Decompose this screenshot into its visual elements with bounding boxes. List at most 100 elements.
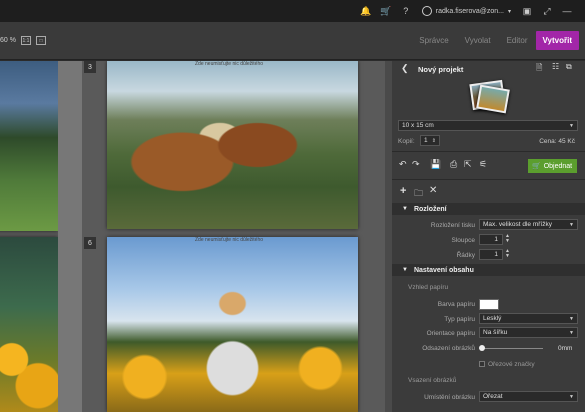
undo-icon[interactable]: ↶ [399, 159, 407, 170]
columns-label: Sloupce [451, 237, 476, 244]
fit-screen-icon[interactable]: □ [35, 36, 46, 45]
save-icon[interactable]: 💾 [430, 159, 441, 170]
format-select[interactable]: 10 x 15 cm ▼ [398, 120, 578, 131]
copy-doc-icon[interactable]: ⧉ [566, 62, 572, 72]
photo-woman-sunflowers[interactable] [107, 237, 358, 412]
close-icon[interactable]: ✕ [429, 185, 437, 196]
print-icon[interactable]: ⎙ [450, 159, 457, 170]
safe-zone-warning-top: Zde neumisťujte nic důležitého [195, 61, 264, 67]
columns-spinner-icon[interactable]: ▲ ▼ [505, 234, 510, 244]
spacing-slider-track[interactable] [481, 348, 543, 349]
mode-toolbar: 60 % 1:1 □ Správce Vyvolat Editor Vytvoř… [0, 22, 585, 60]
export-icon[interactable]: ⚟ [479, 159, 487, 170]
project-thumbnail-2 [476, 84, 510, 114]
copies-value: 1 [424, 137, 428, 144]
add-folder-icon[interactable]: 🗀 [414, 186, 423, 202]
insert-images-heading: Vsazení obrázků [408, 377, 457, 384]
minimize-icon[interactable]: — [561, 5, 573, 17]
tab-vytvorit[interactable]: Vytvořit [535, 31, 579, 50]
tab-vyvolat[interactable]: Vyvolat [457, 32, 499, 49]
safe-zone-warning-bottom: Zde neumisťujte nic důležitého [195, 237, 264, 243]
columns-value: 1 [494, 236, 498, 243]
bell-icon[interactable]: 🔔 [360, 5, 372, 17]
spinner-icon: ⇕ [431, 137, 436, 144]
orientation-value: Na šířku [483, 329, 508, 336]
fullscreen-icon[interactable]: ⤢ [541, 5, 553, 17]
page-number-3: 3 [84, 61, 96, 73]
chevron-down-icon: ▼ [569, 329, 574, 336]
chevron-down-icon: ▼ [569, 221, 574, 228]
paper-type-label: Typ papíru [444, 316, 475, 323]
top-bar: 🔔 🛒 ? radka.fiserova@zon... ▾ ▣ ⤢ — [0, 0, 585, 22]
paper-look-heading: Vzhled papíru [408, 284, 449, 291]
paper-type-select[interactable]: Lesklý ▼ [479, 313, 578, 324]
print-layout-select[interactable]: Max. velikost dle mřížky ▼ [479, 219, 578, 230]
back-arrow-icon[interactable]: ❮ [401, 63, 409, 74]
order-button[interactable]: 🛒 Objednat [528, 159, 577, 173]
order-label: Objednat [543, 162, 573, 170]
monitor-icon[interactable]: ▣ [521, 5, 533, 17]
format-value: 10 x 15 cm [402, 122, 434, 129]
cut-marks-label: Ořezové značky [488, 361, 535, 368]
paper-type-value: Lesklý [483, 315, 502, 322]
columns-input[interactable]: 1 [479, 234, 503, 245]
page-gap [58, 61, 82, 412]
project-title: Nový projekt [418, 65, 464, 74]
rows-input[interactable]: 1 [479, 249, 503, 260]
orientation-select[interactable]: Na šířku ▼ [479, 327, 578, 338]
cart-icon[interactable]: 🛒 [380, 5, 392, 17]
user-menu[interactable]: radka.fiserova@zon... ▾ [421, 6, 511, 16]
zoom-control: 60 % 1:1 □ [0, 36, 46, 45]
share-icon[interactable]: ⇱ [464, 159, 472, 170]
add-icon[interactable]: + [400, 185, 406, 197]
placement-value: Ořezat [483, 393, 503, 400]
paper-color-swatch[interactable] [479, 299, 499, 310]
print-canvas[interactable]: 3 Zde neumisťujte nic důležitého 6 Zde n… [0, 61, 392, 412]
chevron-down-icon: ▾ [507, 8, 511, 15]
mode-tabs: Správce Vyvolat Editor Vytvořit [411, 31, 579, 50]
orientation-label: Orientace papíru [426, 330, 475, 337]
redo-icon[interactable]: ↷ [412, 159, 420, 170]
canvas-scrollbar[interactable] [385, 61, 392, 412]
spacing-value: 0mm [558, 345, 573, 352]
section-layout-title: Rozložení [413, 205, 447, 213]
section-content-header[interactable]: ▼ Nastavení obsahu [392, 264, 585, 276]
cut-marks-checkbox[interactable] [479, 361, 485, 367]
placement-select[interactable]: Ořezat ▼ [479, 391, 578, 402]
photo-sunflowers-bubbles[interactable] [0, 237, 58, 412]
paper-color-label: Barva papíru [437, 301, 475, 308]
photo-horses[interactable] [107, 61, 358, 229]
section-layout-header[interactable]: ▼ Rozložení [392, 203, 585, 215]
settings-doc-icon[interactable]: ☷ [552, 62, 559, 71]
rows-label: Řádky [456, 252, 475, 259]
user-email: radka.fiserova@zon... [435, 7, 504, 15]
photo-river-landscape[interactable] [0, 61, 58, 231]
price-label: Cena: 45 Kč [539, 138, 575, 145]
divider [392, 179, 585, 180]
tab-editor[interactable]: Editor [499, 32, 536, 49]
divider [392, 151, 585, 152]
print-layout-value: Max. velikost dle mřížky [483, 221, 552, 228]
placement-label: Umístění obrázku [424, 394, 475, 401]
copies-label: Kopií: [398, 138, 415, 145]
chevron-down-icon: ▼ [569, 315, 574, 322]
cart-icon: 🛒 [532, 163, 541, 170]
user-icon [421, 6, 432, 16]
chevron-down-icon: ▼ [569, 393, 574, 400]
spacing-label: Odsazení obrázků [422, 345, 475, 352]
chevron-down-icon: ▼ [402, 267, 408, 273]
chevron-down-icon: ▼ [402, 206, 408, 212]
chevron-down-icon: ▼ [569, 122, 574, 129]
rows-spinner-icon[interactable]: ▲ ▼ [505, 249, 510, 259]
help-icon[interactable]: ? [400, 5, 412, 17]
fit-icon[interactable]: 1:1 [20, 36, 31, 45]
zoom-level: 60 % [0, 37, 16, 44]
rows-value: 1 [494, 251, 498, 258]
page-number-6: 6 [84, 237, 96, 249]
new-doc-icon[interactable]: 🗎 [536, 62, 542, 76]
spacing-slider-handle[interactable] [479, 345, 485, 351]
copies-input[interactable]: 1 ⇕ [420, 135, 440, 146]
print-layout-label: Rozložení tisku [430, 222, 475, 229]
tab-spravce[interactable]: Správce [411, 32, 456, 49]
section-content-title: Nastavení obsahu [413, 266, 474, 274]
